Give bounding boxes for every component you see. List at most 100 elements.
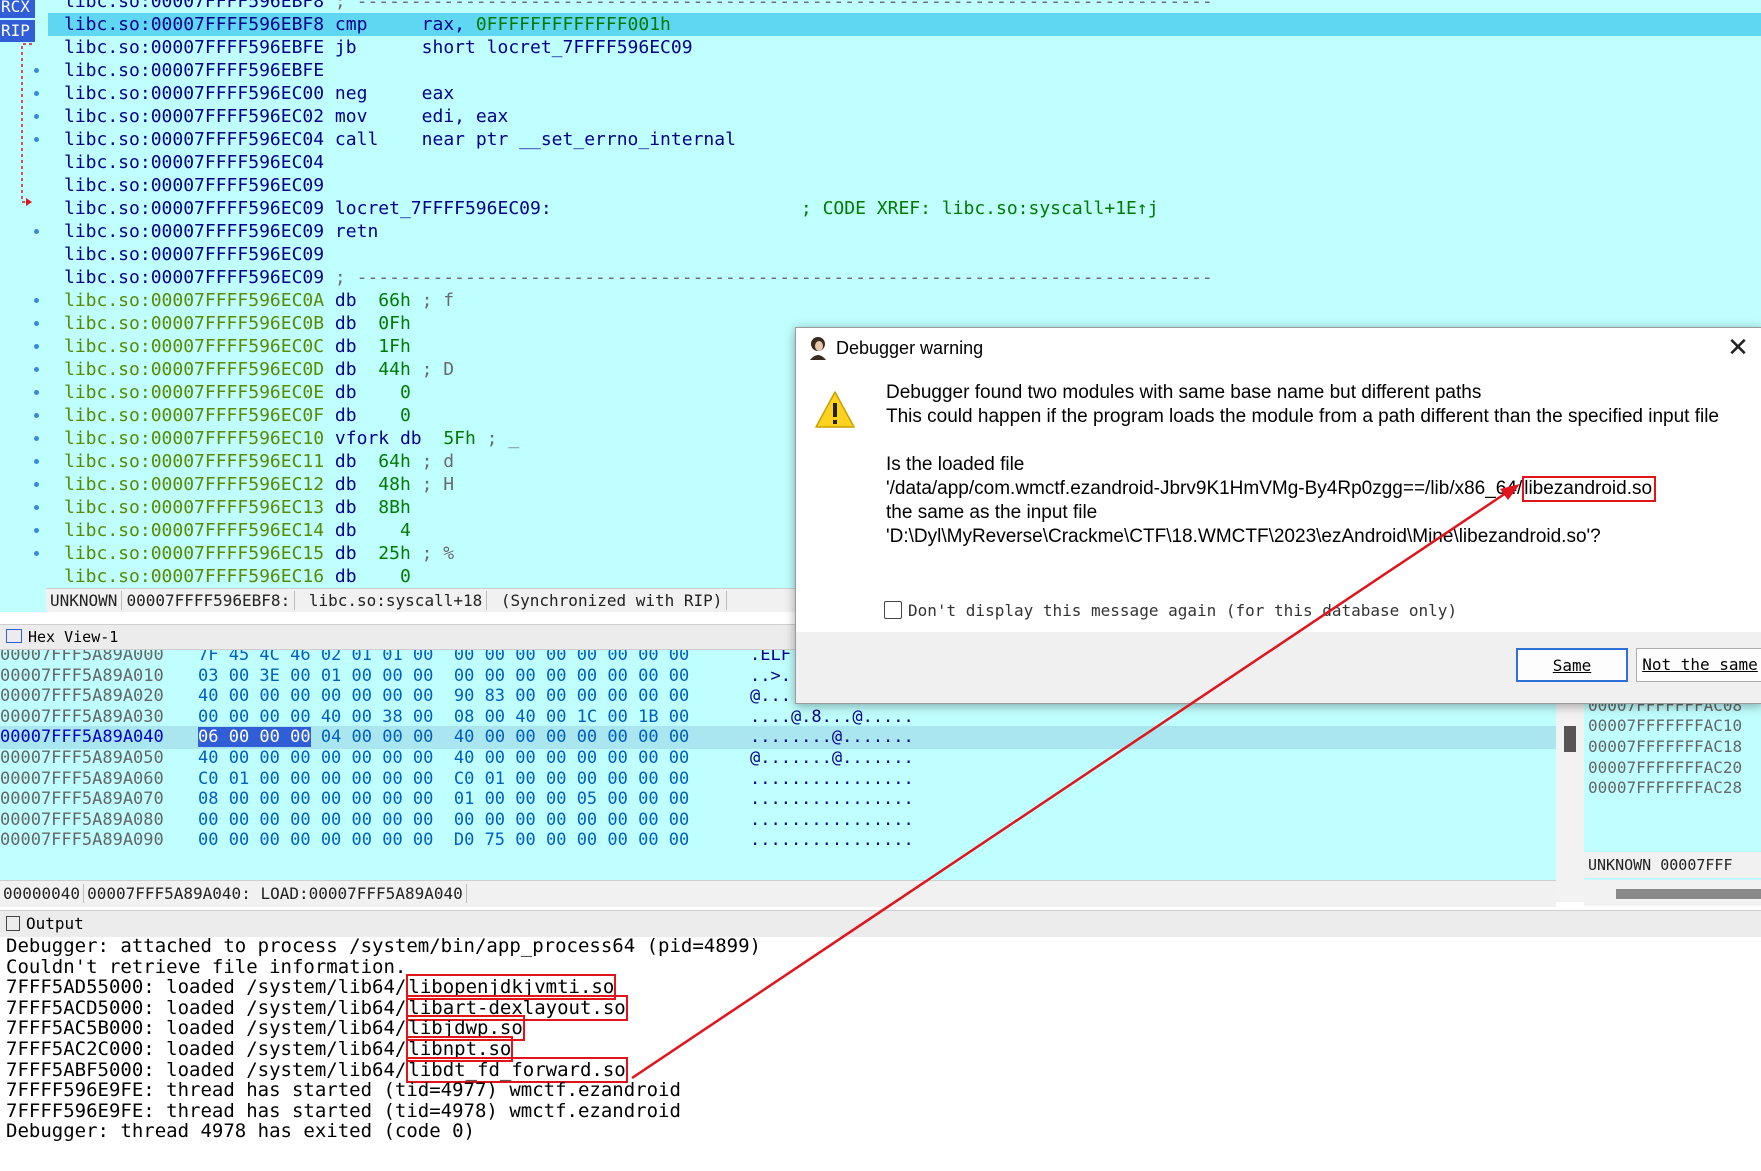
output-title-bar[interactable]: Output [0,910,1761,938]
hex-row[interactable]: 00007FFF5A89A080 00 00 00 00 00 00 00 00 … [0,809,1556,832]
output-window-icon [6,916,20,931]
hex-row[interactable]: 00007FFF5A89A090 00 00 00 00 00 00 00 00 … [0,829,1556,852]
warning-icon [815,391,855,428]
disasm-line[interactable]: libc.so:00007FFFF596EC16 db 0 [64,565,411,588]
disasm-line[interactable]: libc.so:00007FFFF596EBF8 ; -------------… [64,0,1213,13]
breakpoint-dot-icon[interactable] [34,505,39,510]
disasm-line[interactable]: libc.so:00007FFFF596EC10 vfork db 5Fh ; … [64,427,519,450]
close-icon[interactable]: ✕ [1724,334,1752,362]
disasm-line[interactable]: libc.so:00007FFFF596EC00 neg eax [64,82,454,105]
dialog-compare-text: the same as the input file [886,502,1098,523]
data-value: 0Fh [378,313,411,334]
breakpoint-dot-icon[interactable] [34,321,39,326]
disasm-line[interactable]: libc.so:00007FFFF596EC0B db 0Fh [64,312,411,335]
disasm-line[interactable]: libc.so:00007FFFF596EC09 retn [64,220,422,243]
hex-row[interactable]: 00007FFF5A89A070 08 00 00 00 00 00 00 00 … [0,788,1556,811]
hex-ascii: ................ [750,809,914,830]
operands: eax [421,83,455,104]
breakpoint-dot-icon[interactable] [34,528,39,533]
disasm-line[interactable]: libc.so:00007FFFF596EC09 locret_7FFFF596… [64,197,1159,220]
disasm-line[interactable]: libc.so:00007FFFF596EC0F db 0 [64,404,411,427]
data-value: 48h [378,474,411,495]
disasm-line[interactable]: libc.so:00007FFFF596EC15 db 25h ; % [64,542,454,565]
mnemonic: neg [324,83,422,104]
disasm-line[interactable]: libc.so:00007FFFF596EC12 db 48h ; H [64,473,454,496]
data-value: 25h [378,543,411,564]
breakpoint-dot-icon[interactable] [34,390,39,395]
breakpoint-dot-icon[interactable] [34,551,39,556]
hex-row[interactable]: 00007FFF5A89A060 C0 01 00 00 00 00 00 00 … [0,768,1556,791]
hex-status-offset: 00000040 [0,884,85,903]
checkbox-box[interactable] [884,601,902,619]
disasm-line[interactable]: libc.so:00007FFFF596EC0D db 44h ; D [64,358,454,381]
scrollbar-thumb[interactable] [1616,889,1761,899]
breakpoint-dot-icon[interactable] [34,482,39,487]
breakpoint-dot-icon[interactable] [34,344,39,349]
disasm-line[interactable]: libc.so:00007FFFF596EC0C db 1Fh [64,335,411,358]
hex-address: 00007FFF5A89A010 [0,665,164,686]
data-value: 5Fh [443,428,476,449]
disasm-line[interactable]: libc.so:00007FFFF596EC14 db 4 [64,519,411,542]
disasm-line[interactable]: libc.so:00007FFFF596EBFE [64,59,324,82]
disasm-line[interactable]: libc.so:00007FFFF596EC04 [64,151,324,174]
breakpoint-dot-icon[interactable] [34,459,39,464]
checkbox-label: Don't display this message again (for th… [908,601,1458,620]
disasm-line[interactable]: libc.so:00007FFFF596EC13 db 8Bh [64,496,411,519]
breakpoint-dot-icon[interactable] [34,229,39,234]
output-window[interactable]: Debugger: attached to process /system/bi… [0,937,1761,1171]
disasm-line[interactable]: libc.so:00007FFFF596EC02 mov edi, eax [64,105,508,128]
stack-view-horizontal-scrollbar[interactable] [1584,880,1761,906]
disassembly-status-bar: UNKNOWN 00007FFFF596EBF8: libc.so:syscall… [46,588,796,612]
breakpoint-dot-icon[interactable] [34,413,39,418]
mnemonic: retn [324,221,422,242]
disasm-line[interactable]: libc.so:00007FFFF596EC09 [64,243,324,266]
stack-row[interactable]: 00007FFFFFFFAC10 [1588,714,1742,737]
breakpoint-dot-icon[interactable] [34,91,39,96]
breakpoint-dot-icon[interactable] [34,68,39,73]
data-value: 8Bh [378,497,411,518]
dialog-title-bar[interactable]: Debugger warning ✕ [796,328,1761,370]
disasm-address: libc.so:00007FFFF596EC10 [64,428,325,449]
hex-row[interactable]: 00007FFF5A89A030 00 00 00 00 40 00 38 00 … [0,706,1556,729]
debugger-warning-dialog[interactable]: Debugger warning ✕ Debugger found two mo… [795,327,1761,704]
breakpoint-dot-icon[interactable] [34,137,39,142]
breakpoint-dot-icon[interactable] [34,367,39,372]
input-file-path: 'D:\Dyl\MyReverse\Crackme\CTF\18.WMCTF\2… [886,526,1601,547]
separator-comment: ; --------------------------------------… [324,0,1213,12]
stack-row[interactable]: 00007FFFFFFFAC18 [1588,735,1742,758]
disasm-line[interactable]: libc.so:00007FFFF596EBF8 cmp rax, 0FFFFF… [48,13,1761,36]
breakpoint-dot-icon[interactable] [34,298,39,303]
disasm-line[interactable]: libc.so:00007FFFF596EC04 call near ptr _… [64,128,736,151]
dont-display-again-checkbox[interactable]: Don't display this message again (for th… [884,601,1457,620]
disasm-line[interactable]: libc.so:00007FFFF596EC0A db 66h ; f [64,289,454,312]
stack-view-status-bar: UNKNOWN 00007FFF [1584,852,1761,878]
jump-arrow-icon [21,43,32,206]
hex-address: 00007FFF5A89A080 [0,809,164,830]
data-value: 66h [378,290,411,311]
breakpoint-dot-icon[interactable] [34,114,39,119]
scrollbar-thumb[interactable] [1564,726,1576,752]
hex-row[interactable]: 00007FFF5A89A040 06 00 00 00 04 00 00 00 … [0,726,1556,750]
disasm-line[interactable]: libc.so:00007FFFF596EBFE jb short locret… [64,36,693,59]
breakpoint-dot-icon[interactable] [34,436,39,441]
same-button[interactable]: Same [1516,648,1628,682]
data-directive: db [324,474,379,495]
disasm-line[interactable]: libc.so:00007FFFF596EC0E db 0 [64,381,411,404]
hex-bytes: 06 00 00 00 04 00 00 00 40 00 00 00 00 0… [198,727,690,748]
operands: edi, eax [421,106,509,127]
disasm-line[interactable]: libc.so:00007FFFF596EC09 [64,174,324,197]
mnemonic: mov [324,106,422,127]
disasm-line[interactable]: libc.so:00007FFFF596EC11 db 64h ; d [64,450,454,473]
stack-row[interactable]: 00007FFFFFFFAC28 [1588,776,1742,799]
output-line: 7FFF5ABF5000: loaded /system/lib64/libdt… [6,1056,628,1083]
hex-ascii: ................ [750,768,914,789]
disasm-line[interactable]: libc.so:00007FFFF596EC09 ; -------------… [64,266,1213,289]
hex-view-icon [6,629,22,643]
disasm-address: libc.so:00007FFFF596EC09 [64,175,325,196]
hex-bytes: 40 00 00 00 00 00 00 00 40 00 00 00 00 0… [198,748,690,768]
data-comment: ; d [410,451,455,472]
not-the-same-button[interactable]: Not the same [1636,648,1761,682]
hex-selection[interactable]: 06 00 00 00 [198,727,311,748]
hex-row[interactable]: 00007FFF5A89A050 40 00 00 00 00 00 00 00 … [0,747,1556,770]
stack-row[interactable]: 00007FFFFFFFAC20 [1588,756,1742,779]
